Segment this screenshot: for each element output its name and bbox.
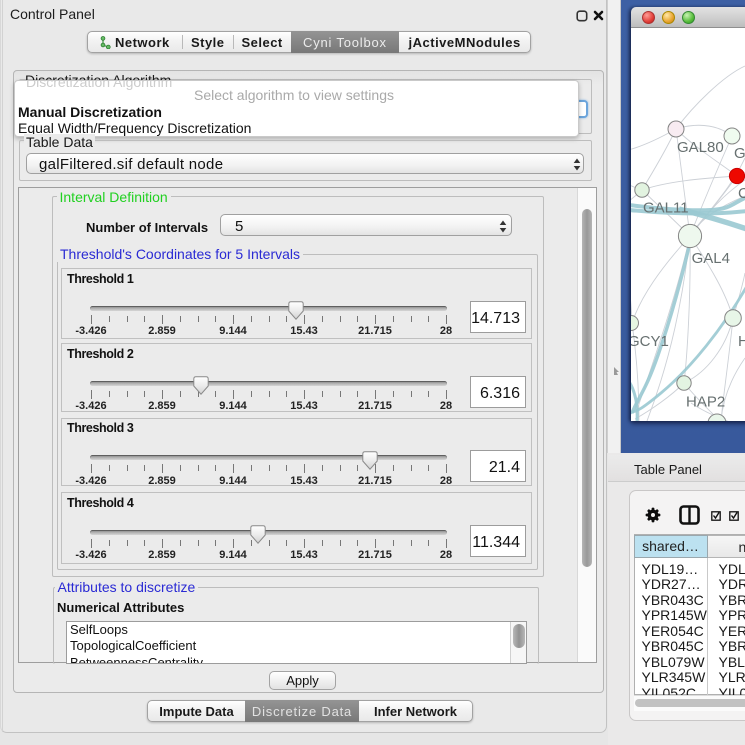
svg-text:C: C [738,185,745,202]
svg-text:GAL80: GAL80 [677,139,724,156]
svg-text:HAP2: HAP2 [686,394,725,411]
svg-text:H: H [738,333,745,350]
svg-text:GAL11: GAL11 [643,200,689,217]
svg-text:GCY1: GCY1 [631,333,669,350]
svg-text:G: G [734,145,745,162]
svg-text:GAL4: GAL4 [692,250,730,267]
